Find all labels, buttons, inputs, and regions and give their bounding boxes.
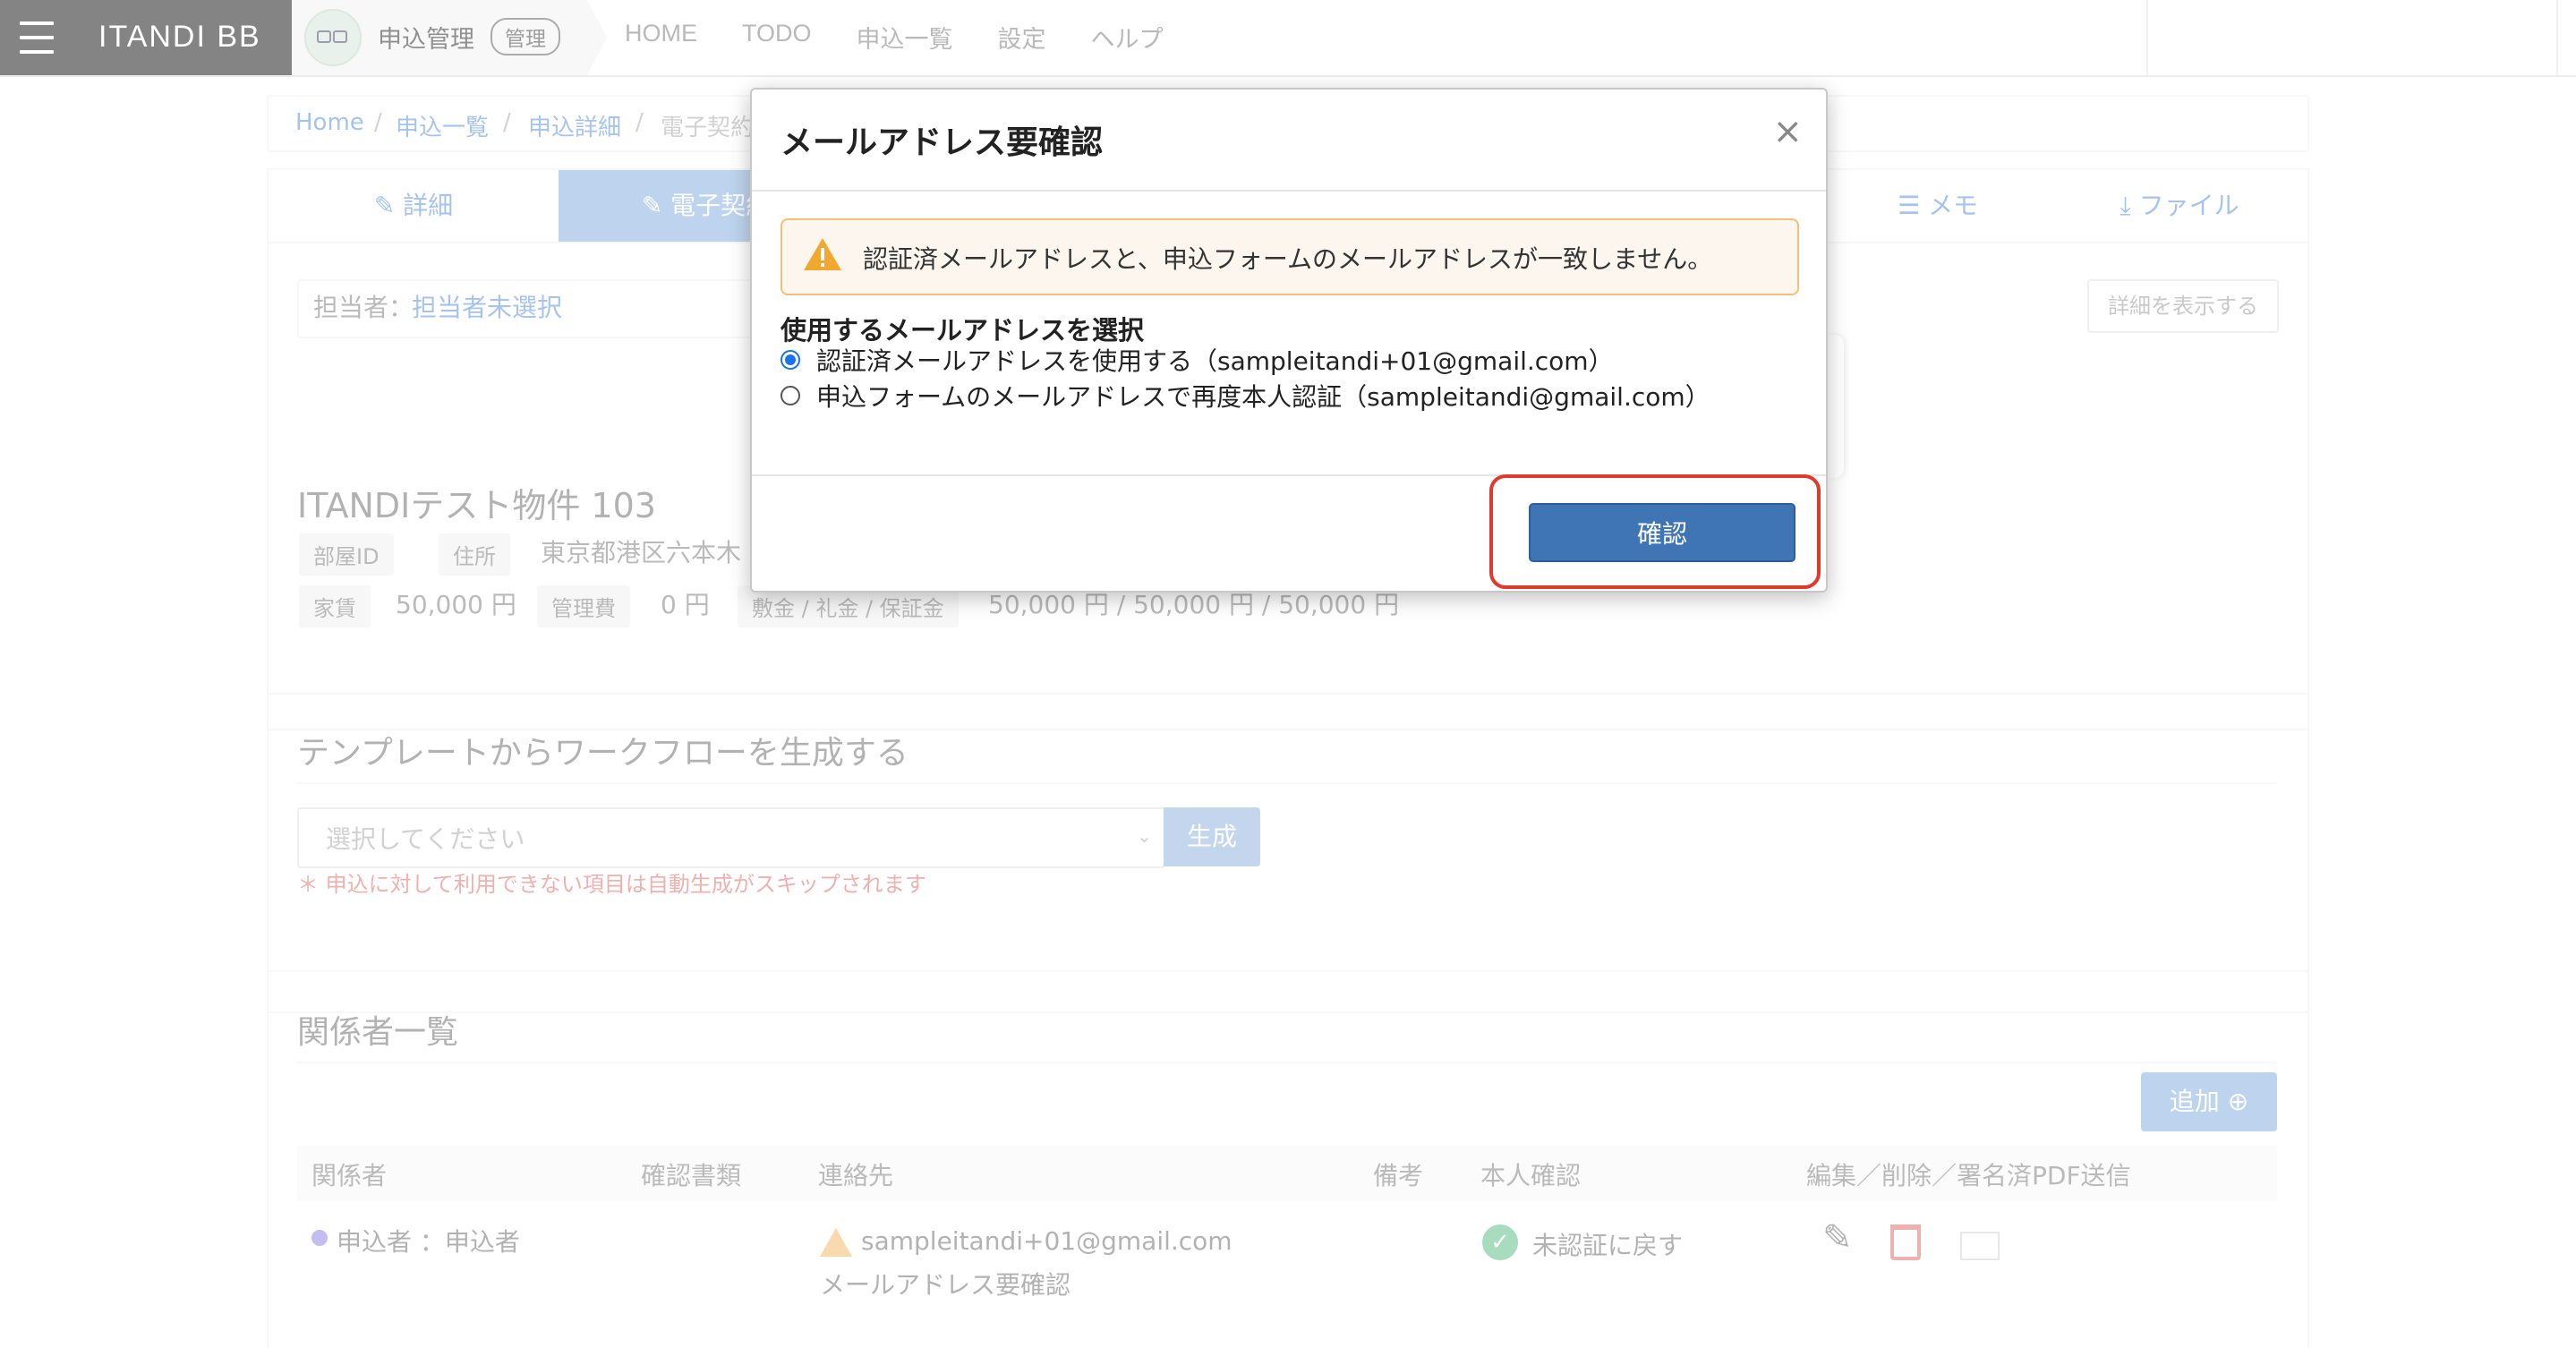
option-verified-email[interactable]: 認証済メールアドレスを使用する（sampleitandi+01@gmail.co…	[780, 344, 1614, 376]
mismatch-alert: 認証済メールアドレスと、申込フォームのメールアドレスが一致しません。	[780, 218, 1799, 295]
option-reauthenticate[interactable]: 申込フォームのメールアドレスで再度本人認証（sampleitandi@gmail…	[780, 380, 1710, 412]
side-panel-edge	[1826, 335, 1844, 478]
option-label: 申込フォームのメールアドレスで再度本人認証（sampleitandi@gmail…	[816, 382, 1710, 412]
modal-title: メールアドレス要確認	[780, 124, 1104, 161]
option-label: 認証済メールアドレスを使用する（sampleitandi+01@gmail.co…	[816, 346, 1614, 376]
email-confirmation-modal: メールアドレス要確認 × 認証済メールアドレスと、申込フォームのメールアドレスが…	[750, 88, 1828, 593]
radio-button[interactable]	[780, 350, 800, 370]
divider	[752, 190, 1826, 192]
confirm-button[interactable]: 確認	[1529, 503, 1796, 562]
warning-triangle-icon	[804, 238, 841, 270]
alert-message: 認証済メールアドレスと、申込フォームのメールアドレスが一致しません。	[863, 244, 1713, 274]
close-icon[interactable]: ×	[1772, 111, 1803, 152]
radio-button[interactable]	[780, 386, 800, 405]
